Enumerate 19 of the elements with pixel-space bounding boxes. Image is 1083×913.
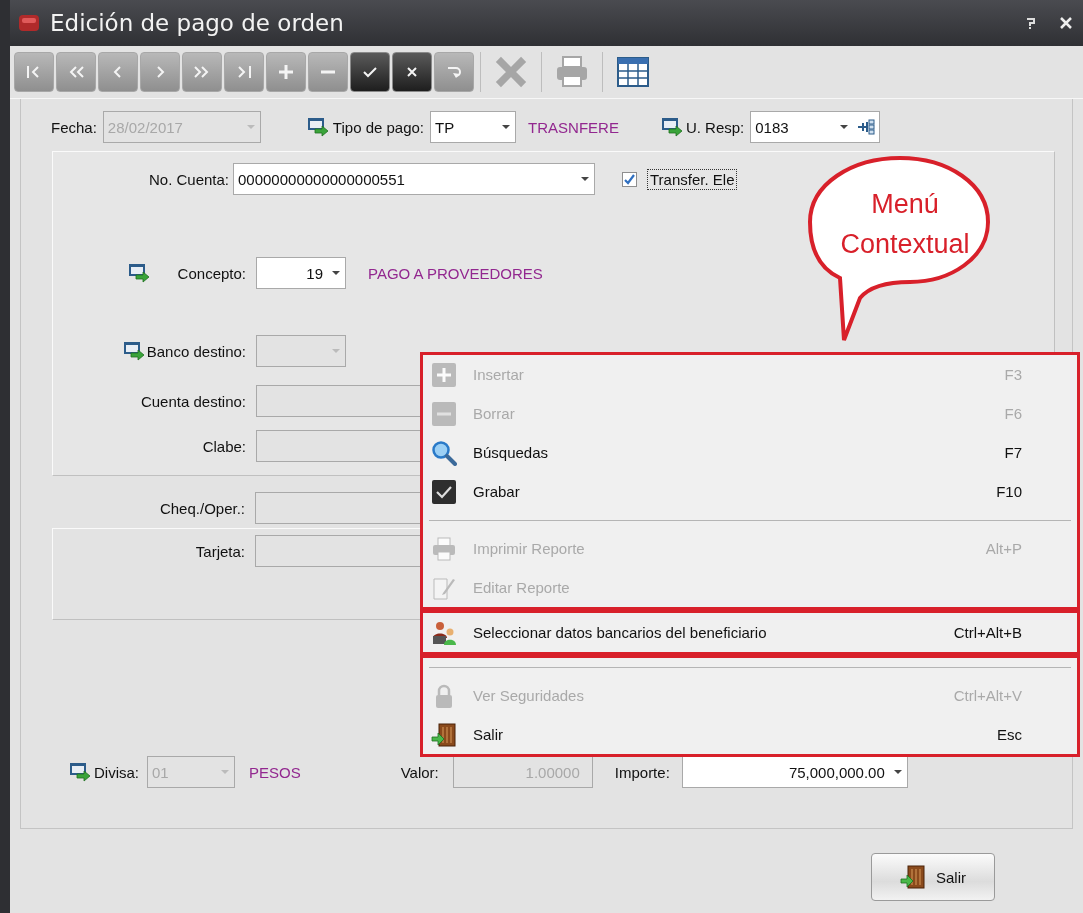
field-label: U. Resp: bbox=[685, 118, 745, 136]
description-text: TRASNFERE bbox=[528, 118, 619, 136]
checkbox-label: Transfer. Ele bbox=[647, 168, 738, 190]
field-label: Tipo de pago: bbox=[332, 118, 425, 136]
field-label: Fecha: bbox=[51, 118, 97, 136]
field-label: Valor: bbox=[400, 763, 439, 781]
field-label: Clabe: bbox=[202, 437, 246, 455]
field-label: Concepto: bbox=[177, 264, 246, 282]
field-label: Importe: bbox=[614, 763, 670, 781]
field-label: No. Cuenta: bbox=[148, 170, 229, 188]
description-text: PESOS bbox=[249, 763, 301, 781]
window-title: Edición de pago de orden bbox=[50, 10, 345, 36]
field-label: Divisa: bbox=[94, 763, 139, 781]
field-label: Banco destino: bbox=[146, 342, 246, 360]
description-text: PAGO A PROVEEDORES bbox=[368, 264, 543, 282]
field-label: Cheq./Oper.: bbox=[159, 499, 245, 517]
callout-text: Menú Contextual bbox=[839, 188, 971, 261]
field-label: Tarjeta: bbox=[195, 542, 245, 560]
field-label: Cuenta destino: bbox=[140, 392, 246, 410]
